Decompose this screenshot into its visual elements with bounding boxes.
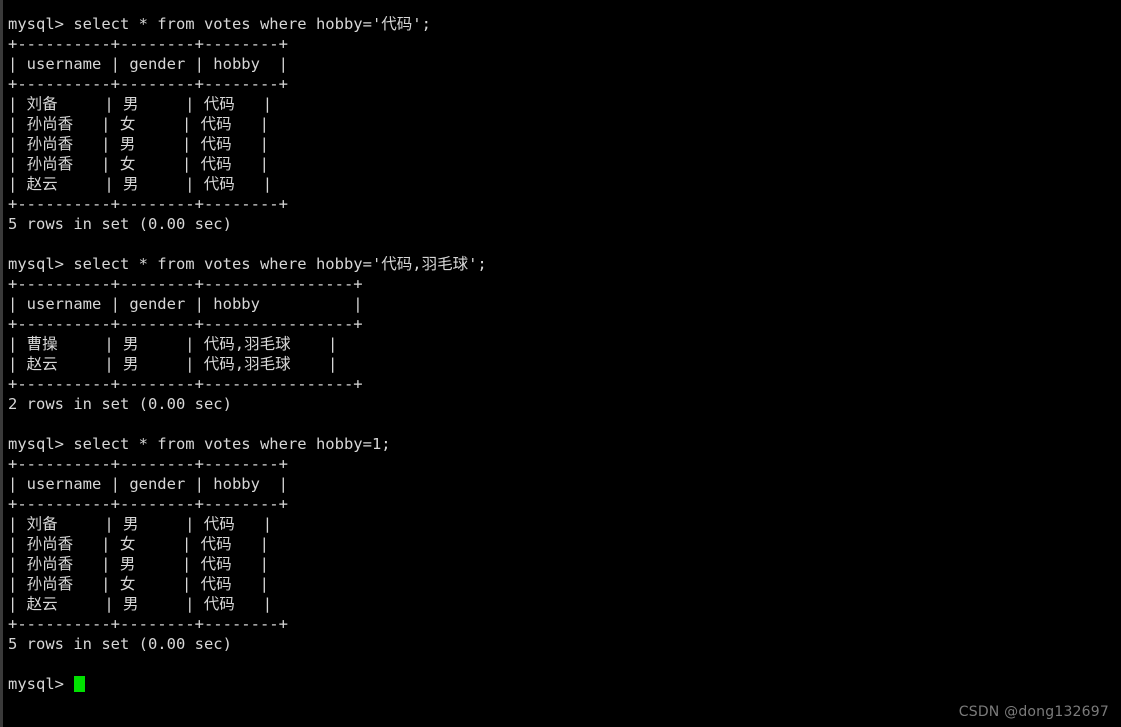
terminal-line: | username | gender | hobby | <box>8 295 363 313</box>
terminal-line: +----------+--------+--------+ <box>8 615 288 633</box>
terminal-line: 2 rows in set (0.00 sec) <box>8 395 232 413</box>
terminal-line: +----------+--------+--------+ <box>8 455 288 473</box>
terminal-output-area[interactable]: mysql> select * from votes where hobby='… <box>8 14 1121 727</box>
terminal-line: | 曹操 | 男 | 代码,羽毛球 | <box>8 335 338 353</box>
terminal-line: | 赵云 | 男 | 代码,羽毛球 | <box>8 355 338 373</box>
terminal-line: | 孙尚香 | 女 | 代码 | <box>8 575 269 593</box>
prompt-label: mysql> <box>8 675 74 693</box>
terminal-line: mysql> select * from votes where hobby='… <box>8 255 487 273</box>
terminal-line: +----------+--------+----------------+ <box>8 375 363 393</box>
text-cursor <box>74 676 86 692</box>
terminal-line: mysql> select * from votes where hobby='… <box>8 15 431 33</box>
terminal-line: | 孙尚香 | 女 | 代码 | <box>8 115 269 133</box>
terminal-line: +----------+--------+--------+ <box>8 195 288 213</box>
terminal-window[interactable]: mysql> select * from votes where hobby='… <box>0 0 1121 727</box>
terminal-line: +----------+--------+--------+ <box>8 75 288 93</box>
terminal-line: | 刘备 | 男 | 代码 | <box>8 515 273 533</box>
terminal-line: | 孙尚香 | 女 | 代码 | <box>8 535 269 553</box>
terminal-line: 5 rows in set (0.00 sec) <box>8 635 232 653</box>
terminal-line: | username | gender | hobby | <box>8 55 288 73</box>
terminal-line: | 赵云 | 男 | 代码 | <box>8 595 273 613</box>
terminal-line: +----------+--------+----------------+ <box>8 275 363 293</box>
terminal-line: +----------+--------+--------+ <box>8 495 288 513</box>
terminal-line: +----------+--------+----------------+ <box>8 315 363 333</box>
terminal-line: 5 rows in set (0.00 sec) <box>8 215 232 233</box>
terminal-prompt-line[interactable]: mysql> <box>8 674 1121 694</box>
terminal-line: | 孙尚香 | 男 | 代码 | <box>8 135 269 153</box>
terminal-line: | 赵云 | 男 | 代码 | <box>8 175 273 193</box>
terminal-line: | 刘备 | 男 | 代码 | <box>8 95 273 113</box>
csdn-watermark: CSDN @dong132697 <box>958 704 1109 720</box>
terminal-line: +----------+--------+--------+ <box>8 35 288 53</box>
terminal-line: | username | gender | hobby | <box>8 475 288 493</box>
terminal-line: | 孙尚香 | 女 | 代码 | <box>8 155 269 173</box>
terminal-line: mysql> select * from votes where hobby=1… <box>8 435 391 453</box>
terminal-line: | 孙尚香 | 男 | 代码 | <box>8 555 269 573</box>
